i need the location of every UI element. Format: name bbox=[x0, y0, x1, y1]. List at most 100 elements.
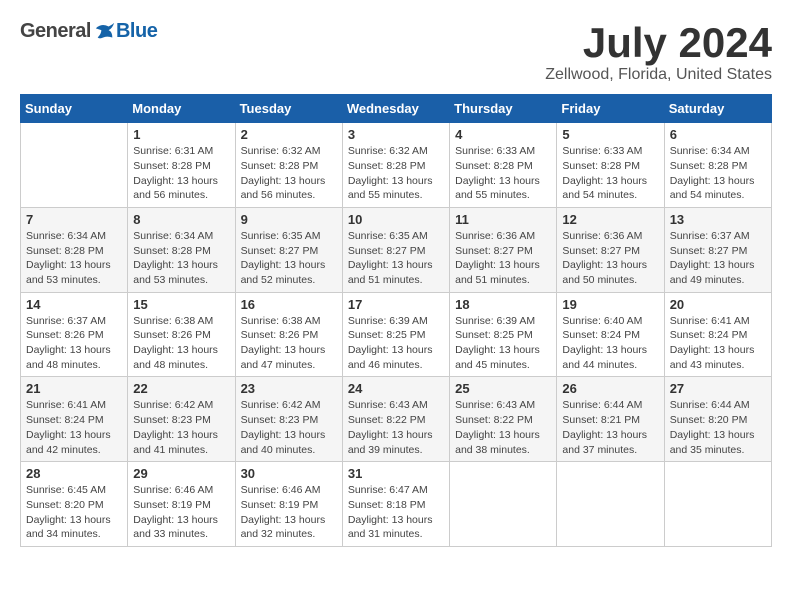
calendar-cell: 27 Sunrise: 6:44 AM Sunset: 8:20 PM Dayli… bbox=[664, 377, 771, 462]
day-number: 10 bbox=[348, 212, 444, 227]
day-number: 16 bbox=[241, 297, 337, 312]
day-info: Sunrise: 6:33 AM Sunset: 8:28 PM Dayligh… bbox=[455, 144, 551, 203]
day-info: Sunrise: 6:43 AM Sunset: 8:22 PM Dayligh… bbox=[455, 398, 551, 457]
calendar-cell: 2 Sunrise: 6:32 AM Sunset: 8:28 PM Daylig… bbox=[235, 123, 342, 208]
day-info: Sunrise: 6:32 AM Sunset: 8:28 PM Dayligh… bbox=[241, 144, 337, 203]
day-info: Sunrise: 6:34 AM Sunset: 8:28 PM Dayligh… bbox=[26, 229, 122, 288]
day-number: 18 bbox=[455, 297, 551, 312]
weekday-header-saturday: Saturday bbox=[664, 95, 771, 123]
weekday-header-thursday: Thursday bbox=[450, 95, 557, 123]
day-number: 22 bbox=[133, 381, 229, 396]
day-info: Sunrise: 6:37 AM Sunset: 8:26 PM Dayligh… bbox=[26, 314, 122, 373]
weekday-header-sunday: Sunday bbox=[21, 95, 128, 123]
logo-general: General bbox=[20, 20, 91, 43]
day-number: 29 bbox=[133, 466, 229, 481]
day-info: Sunrise: 6:38 AM Sunset: 8:26 PM Dayligh… bbox=[241, 314, 337, 373]
day-info: Sunrise: 6:44 AM Sunset: 8:21 PM Dayligh… bbox=[562, 398, 658, 457]
calendar-week-row: 1 Sunrise: 6:31 AM Sunset: 8:28 PM Daylig… bbox=[21, 123, 772, 208]
calendar-title: July 2024 bbox=[545, 20, 772, 66]
day-number: 23 bbox=[241, 381, 337, 396]
calendar-cell: 5Sunrise: 6:33 AM Sunset: 8:28 PM Daylig… bbox=[557, 123, 664, 208]
calendar-cell: 25 Sunrise: 6:43 AM Sunset: 8:22 PM Dayli… bbox=[450, 377, 557, 462]
calendar-week-row: 7 Sunrise: 6:34 AM Sunset: 8:28 PM Daylig… bbox=[21, 207, 772, 292]
day-info: Sunrise: 6:40 AM Sunset: 8:24 PM Dayligh… bbox=[562, 314, 658, 373]
calendar-cell: 24 Sunrise: 6:43 AM Sunset: 8:22 PM Dayli… bbox=[342, 377, 449, 462]
day-number: 30 bbox=[241, 466, 337, 481]
calendar-subtitle: Zellwood, Florida, United States bbox=[545, 66, 772, 84]
page-header: General Blue July 2024 Zellwood, Florida… bbox=[20, 20, 772, 84]
day-number: 26 bbox=[562, 381, 658, 396]
calendar-cell: 20 Sunrise: 6:41 AM Sunset: 8:24 PM Dayli… bbox=[664, 292, 771, 377]
day-info: Sunrise: 6:31 AM Sunset: 8:28 PM Dayligh… bbox=[133, 144, 229, 203]
calendar-cell: 10 Sunrise: 6:35 AM Sunset: 8:27 PM Dayli… bbox=[342, 207, 449, 292]
day-number: 21 bbox=[26, 381, 122, 396]
day-info: Sunrise: 6:41 AM Sunset: 8:24 PM Dayligh… bbox=[26, 398, 122, 457]
day-number: 3 bbox=[348, 127, 444, 142]
calendar-cell: 7 Sunrise: 6:34 AM Sunset: 8:28 PM Daylig… bbox=[21, 207, 128, 292]
day-info: Sunrise: 6:35 AM Sunset: 8:27 PM Dayligh… bbox=[348, 229, 444, 288]
calendar-cell: 3 Sunrise: 6:32 AM Sunset: 8:28 PM Daylig… bbox=[342, 123, 449, 208]
day-info: Sunrise: 6:41 AM Sunset: 8:24 PM Dayligh… bbox=[670, 314, 766, 373]
day-info: Sunrise: 6:46 AM Sunset: 8:19 PM Dayligh… bbox=[241, 483, 337, 542]
day-number: 7 bbox=[26, 212, 122, 227]
day-info: Sunrise: 6:46 AM Sunset: 8:19 PM Dayligh… bbox=[133, 483, 229, 542]
day-number: 14 bbox=[26, 297, 122, 312]
day-info: Sunrise: 6:43 AM Sunset: 8:22 PM Dayligh… bbox=[348, 398, 444, 457]
logo-blue: Blue bbox=[116, 20, 157, 43]
logo: General Blue bbox=[20, 20, 157, 43]
day-number: 15 bbox=[133, 297, 229, 312]
calendar-cell: 6Sunrise: 6:34 AM Sunset: 8:28 PM Daylig… bbox=[664, 123, 771, 208]
calendar-cell: 17Sunrise: 6:39 AM Sunset: 8:25 PM Dayli… bbox=[342, 292, 449, 377]
day-info: Sunrise: 6:47 AM Sunset: 8:18 PM Dayligh… bbox=[348, 483, 444, 542]
calendar-cell bbox=[450, 462, 557, 547]
day-number: 2 bbox=[241, 127, 337, 142]
day-info: Sunrise: 6:35 AM Sunset: 8:27 PM Dayligh… bbox=[241, 229, 337, 288]
day-number: 13 bbox=[670, 212, 766, 227]
day-number: 27 bbox=[670, 381, 766, 396]
day-number: 20 bbox=[670, 297, 766, 312]
weekday-header-wednesday: Wednesday bbox=[342, 95, 449, 123]
day-number: 24 bbox=[348, 381, 444, 396]
calendar-table: SundayMondayTuesdayWednesdayThursdayFrid… bbox=[20, 94, 772, 547]
day-number: 1 bbox=[133, 127, 229, 142]
day-number: 19 bbox=[562, 297, 658, 312]
calendar-cell bbox=[664, 462, 771, 547]
calendar-cell: 23 Sunrise: 6:42 AM Sunset: 8:23 PM Dayli… bbox=[235, 377, 342, 462]
calendar-week-row: 28Sunrise: 6:45 AM Sunset: 8:20 PM Dayli… bbox=[21, 462, 772, 547]
calendar-cell: 18Sunrise: 6:39 AM Sunset: 8:25 PM Dayli… bbox=[450, 292, 557, 377]
weekday-header-row: SundayMondayTuesdayWednesdayThursdayFrid… bbox=[21, 95, 772, 123]
calendar-cell: 4 Sunrise: 6:33 AM Sunset: 8:28 PM Daylig… bbox=[450, 123, 557, 208]
day-info: Sunrise: 6:34 AM Sunset: 8:28 PM Dayligh… bbox=[670, 144, 766, 203]
calendar-cell: 14 Sunrise: 6:37 AM Sunset: 8:26 PM Dayli… bbox=[21, 292, 128, 377]
calendar-cell: 11Sunrise: 6:36 AM Sunset: 8:27 PM Dayli… bbox=[450, 207, 557, 292]
weekday-header-monday: Monday bbox=[128, 95, 235, 123]
calendar-cell: 28Sunrise: 6:45 AM Sunset: 8:20 PM Dayli… bbox=[21, 462, 128, 547]
day-info: Sunrise: 6:32 AM Sunset: 8:28 PM Dayligh… bbox=[348, 144, 444, 203]
day-number: 12 bbox=[562, 212, 658, 227]
day-info: Sunrise: 6:42 AM Sunset: 8:23 PM Dayligh… bbox=[133, 398, 229, 457]
day-number: 25 bbox=[455, 381, 551, 396]
calendar-cell: 19 Sunrise: 6:40 AM Sunset: 8:24 PM Dayli… bbox=[557, 292, 664, 377]
day-info: Sunrise: 6:45 AM Sunset: 8:20 PM Dayligh… bbox=[26, 483, 122, 542]
calendar-cell: 30 Sunrise: 6:46 AM Sunset: 8:19 PM Dayli… bbox=[235, 462, 342, 547]
calendar-cell: 15Sunrise: 6:38 AM Sunset: 8:26 PM Dayli… bbox=[128, 292, 235, 377]
day-number: 8 bbox=[133, 212, 229, 227]
day-info: Sunrise: 6:44 AM Sunset: 8:20 PM Dayligh… bbox=[670, 398, 766, 457]
calendar-cell bbox=[557, 462, 664, 547]
day-number: 31 bbox=[348, 466, 444, 481]
day-number: 4 bbox=[455, 127, 551, 142]
calendar-week-row: 21 Sunrise: 6:41 AM Sunset: 8:24 PM Dayli… bbox=[21, 377, 772, 462]
calendar-cell: 12 Sunrise: 6:36 AM Sunset: 8:27 PM Dayli… bbox=[557, 207, 664, 292]
day-info: Sunrise: 6:34 AM Sunset: 8:28 PM Dayligh… bbox=[133, 229, 229, 288]
day-number: 9 bbox=[241, 212, 337, 227]
day-info: Sunrise: 6:42 AM Sunset: 8:23 PM Dayligh… bbox=[241, 398, 337, 457]
logo-bird-icon bbox=[94, 21, 116, 43]
calendar-cell: 21 Sunrise: 6:41 AM Sunset: 8:24 PM Dayli… bbox=[21, 377, 128, 462]
calendar-cell: 31 Sunrise: 6:47 AM Sunset: 8:18 PM Dayli… bbox=[342, 462, 449, 547]
day-info: Sunrise: 6:36 AM Sunset: 8:27 PM Dayligh… bbox=[562, 229, 658, 288]
day-info: Sunrise: 6:39 AM Sunset: 8:25 PM Dayligh… bbox=[348, 314, 444, 373]
day-info: Sunrise: 6:36 AM Sunset: 8:27 PM Dayligh… bbox=[455, 229, 551, 288]
calendar-cell: 16 Sunrise: 6:38 AM Sunset: 8:26 PM Dayli… bbox=[235, 292, 342, 377]
title-section: July 2024 Zellwood, Florida, United Stat… bbox=[545, 20, 772, 84]
calendar-cell: 22 Sunrise: 6:42 AM Sunset: 8:23 PM Dayli… bbox=[128, 377, 235, 462]
